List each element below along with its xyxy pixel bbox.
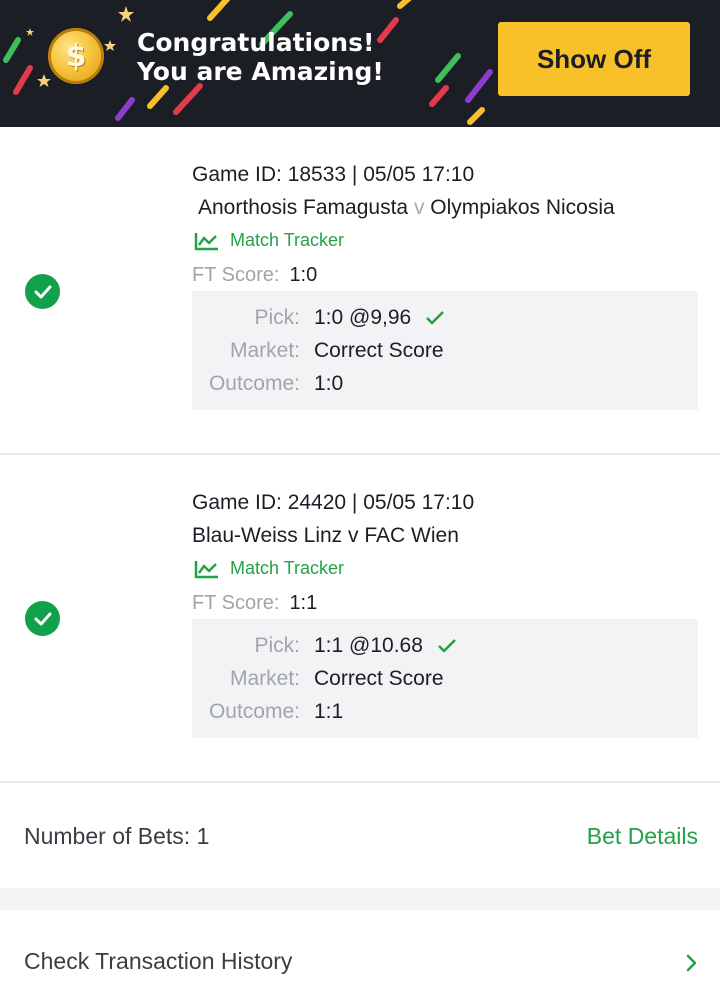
- bet-card: Game ID: 24420 | 05/05 17:10 Blau-Weiss …: [0, 455, 720, 781]
- outcome-label: Outcome:: [208, 372, 300, 395]
- versus-label: v: [413, 196, 425, 219]
- coin-icon: $: [48, 28, 104, 84]
- section-separator: [0, 888, 720, 910]
- ft-score: FT Score: 1:1: [192, 592, 317, 615]
- pick-details: Pick: 1:1 @10.68 Market: Correct Score O…: [192, 619, 698, 738]
- game-id: Game ID: 24420 | 05/05 17:10: [192, 491, 475, 514]
- chart-line-icon: [194, 560, 218, 578]
- game-id: Game ID: 18533 | 05/05 17:10: [192, 163, 475, 186]
- check-icon: [426, 311, 445, 325]
- transaction-history-label: Check Transaction History: [24, 948, 293, 974]
- pick-label: Pick:: [254, 306, 300, 329]
- ft-score-label: FT Score:: [192, 592, 280, 614]
- pick-value: 1:0 @9,96: [314, 306, 412, 329]
- congrats-message: Congratulations! You are Amazing!: [137, 28, 384, 86]
- match-teams: Anorthosis Famagusta v Olympiakos Nicosi…: [198, 196, 615, 220]
- outcome-value: 1:0: [314, 372, 344, 395]
- bet-details-link[interactable]: Bet Details: [587, 823, 698, 850]
- ft-score-label: FT Score:: [192, 264, 280, 286]
- show-off-button[interactable]: Show Off: [498, 22, 690, 96]
- market-label: Market:: [229, 667, 300, 690]
- away-team: Olympiakos Nicosia: [430, 196, 615, 219]
- outcome-label: Outcome:: [208, 700, 300, 723]
- number-of-bets: Number of Bets: 1: [24, 823, 210, 849]
- market-value: Correct Score: [314, 667, 444, 690]
- chart-line-icon: [194, 232, 218, 250]
- pick-details: Pick: 1:0 @9,96 Market: Correct Score Ou…: [192, 291, 698, 410]
- transaction-history-row[interactable]: Check Transaction History: [0, 910, 720, 988]
- away-team: FAC Wien: [364, 524, 459, 547]
- check-circle-icon: [25, 601, 60, 636]
- market-label: Market:: [229, 339, 300, 362]
- home-team: Anorthosis Famagusta: [198, 196, 409, 219]
- match-tracker-link[interactable]: Match Tracker: [194, 558, 344, 579]
- match-teams: Blau-Weiss Linz v FAC Wien: [192, 524, 459, 548]
- bet-card: Game ID: 18533 | 05/05 17:10 Anorthosis …: [0, 127, 720, 453]
- congrats-title: Congratulations!: [137, 28, 375, 57]
- ft-score: FT Score: 1:0: [192, 264, 317, 287]
- match-tracker-label: Match Tracker: [230, 230, 345, 250]
- congrats-banner: $ Congratulations! You are Amazing! Show…: [0, 0, 720, 127]
- pick-value: 1:1 @10.68: [314, 634, 423, 657]
- market-value: Correct Score: [314, 339, 444, 362]
- check-icon: [438, 639, 456, 653]
- outcome-value: 1:1: [314, 700, 344, 723]
- check-circle-icon: [25, 274, 60, 309]
- match-tracker-label: Match Tracker: [230, 558, 345, 578]
- coin-symbol: $: [65, 38, 87, 74]
- home-team: Blau-Weiss Linz: [192, 524, 343, 547]
- ft-score-value: 1:1: [289, 592, 318, 614]
- chevron-right-icon: [686, 954, 697, 972]
- divider: [0, 781, 720, 783]
- bets-summary-row: Number of Bets: 1 Bet Details: [0, 790, 720, 888]
- match-tracker-link[interactable]: Match Tracker: [194, 230, 344, 251]
- congrats-subtitle: You are Amazing!: [137, 57, 384, 86]
- pick-label: Pick:: [254, 634, 300, 657]
- versus-label: v: [348, 524, 359, 547]
- ft-score-value: 1:0: [289, 264, 318, 286]
